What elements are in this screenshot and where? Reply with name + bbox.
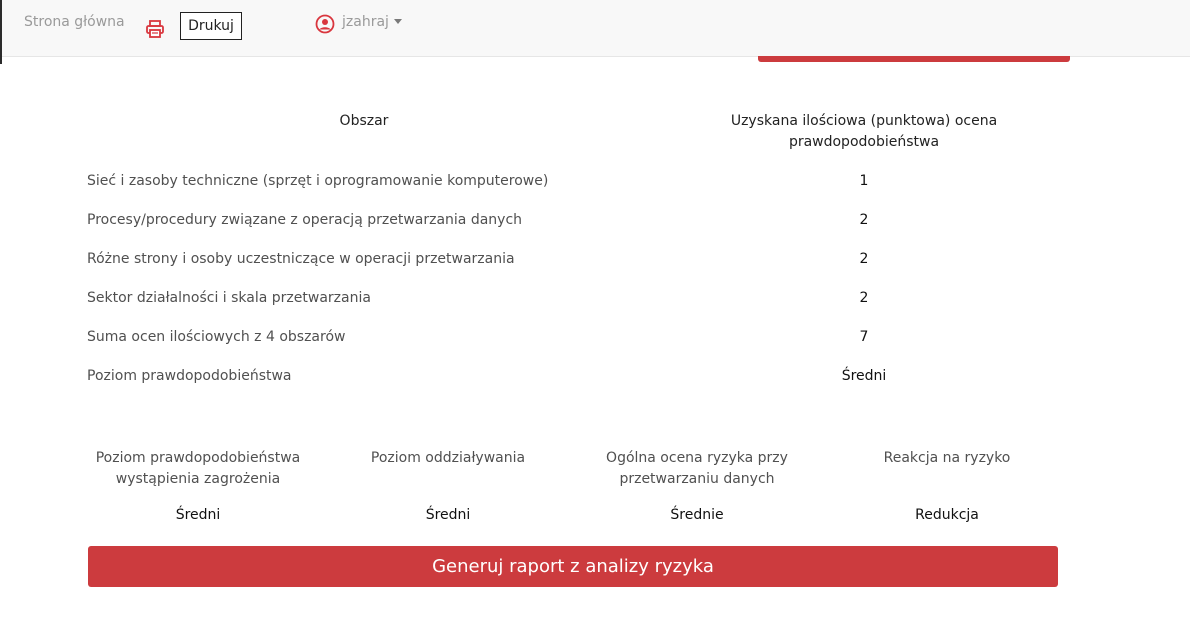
summary-value-response: Redukcja <box>915 507 979 523</box>
summary-label-overall-risk-line1: Ogólna ocena ryzyka przy <box>606 450 788 466</box>
summary-value-impact: Średni <box>425 507 471 523</box>
header-score-line2: prawdopodobieństwa <box>788 134 940 150</box>
row-value-sector: 2 <box>859 290 869 306</box>
summary-value-overall-risk: Średnie <box>670 507 724 523</box>
summary-label-likelihood-line2: wystąpienia zagrożenia <box>115 471 281 487</box>
row-value-sum: 7 <box>859 329 869 345</box>
top-navbar: Strona główna Drukuj jzahraj <box>2 0 1190 57</box>
row-value-parties: 2 <box>859 251 869 267</box>
row-value-level: Średni <box>841 368 887 384</box>
summary-label-impact: Poziom oddziaływania <box>328 448 568 469</box>
summary-label-overall-risk-line2: przetwarzaniu danych <box>619 471 775 487</box>
row-label-sum: Suma ocen ilościowych z 4 obszarów <box>87 329 346 345</box>
header-score-line1: Uzyskana ilościowa (punktowa) ocena <box>730 113 998 129</box>
summary-label-response: Reakcja na ryzyko <box>827 448 1067 469</box>
summary-label-overall-risk: Ogólna ocena ryzyka przy przetwarzaniu d… <box>577 448 817 490</box>
row-label-processes: Procesy/procedury związane z operacją pr… <box>87 212 523 228</box>
print-button[interactable]: Drukuj <box>180 12 242 40</box>
row-label-level: Poziom prawdopodobieństwa <box>87 368 292 384</box>
header-score: Uzyskana ilościowa (punktowa) ocena praw… <box>714 111 1014 153</box>
summary-value-likelihood: Średni <box>175 507 221 523</box>
user-circle-icon[interactable] <box>315 14 335 34</box>
summary-label-impact-line1: Poziom oddziaływania <box>370 450 526 466</box>
nav-home-link[interactable]: Strona główna <box>24 14 125 30</box>
user-menu-name[interactable]: jzahraj <box>342 14 389 30</box>
header-area: Obszar <box>339 113 389 129</box>
caret-down-icon[interactable] <box>394 19 402 24</box>
top-red-button-edge[interactable] <box>758 56 1070 62</box>
row-value-network: 1 <box>859 173 869 189</box>
summary-label-response-line1: Reakcja na ryzyko <box>883 450 1011 466</box>
printer-icon[interactable] <box>145 19 165 39</box>
row-label-sector: Sektor działalności i skala przetwarzani… <box>87 290 371 306</box>
row-value-processes: 2 <box>859 212 869 228</box>
summary-label-likelihood: Poziom prawdopodobieństwa wystąpienia za… <box>78 448 318 490</box>
row-label-network: Sieć i zasoby techniczne (sprzęt i oprog… <box>87 173 549 189</box>
generate-report-button[interactable]: Generuj raport z analizy ryzyka <box>88 546 1058 587</box>
summary-label-likelihood-line1: Poziom prawdopodobieństwa <box>95 450 301 466</box>
row-label-parties: Różne strony i osoby uczestniczące w ope… <box>87 251 515 267</box>
